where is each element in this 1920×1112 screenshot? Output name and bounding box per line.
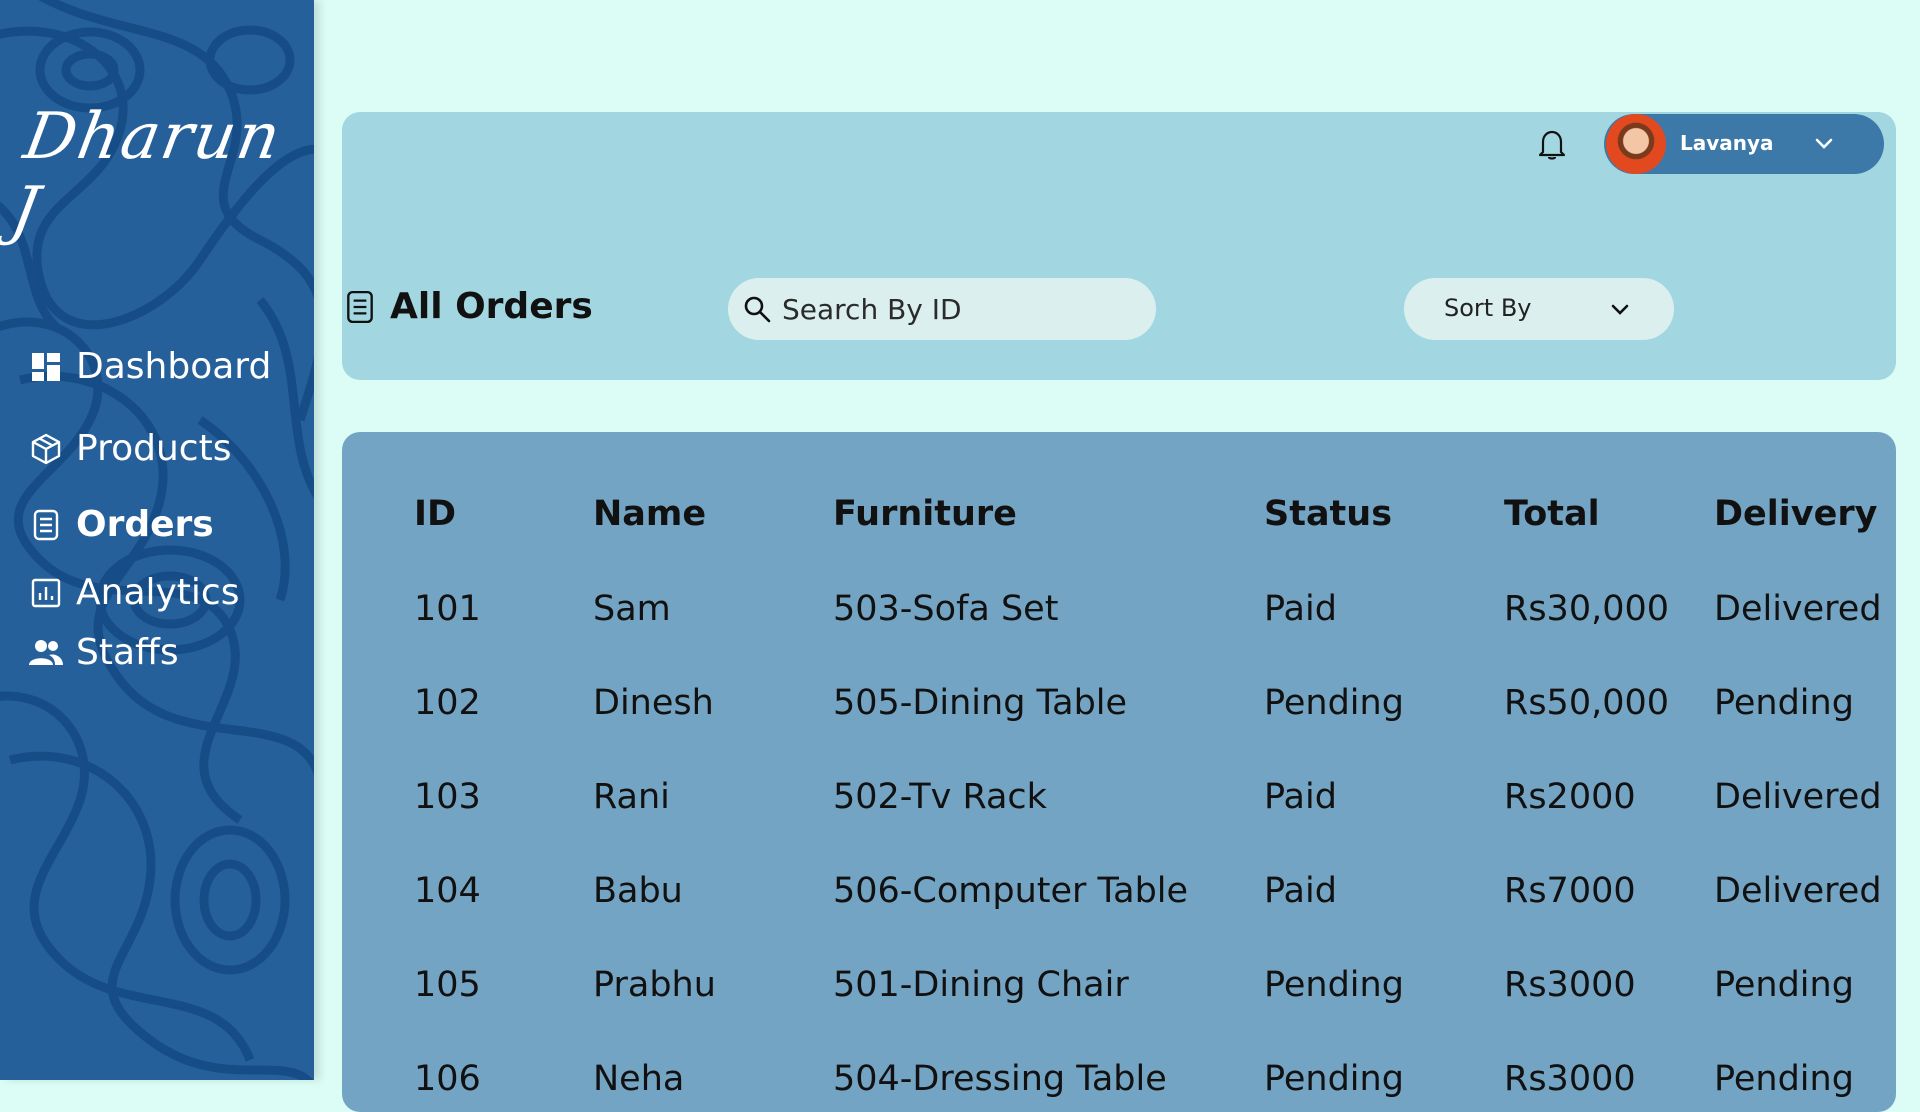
table-row[interactable]: 105 Prabhu 501-Dining Chair Pending Rs3000 Pe…	[342, 965, 1896, 1025]
document-icon	[347, 290, 373, 323]
table-row[interactable]: 101 Sam 503-Sofa Set Paid Rs30,000 Delivered	[342, 589, 1896, 649]
sidebar-item-staffs[interactable]: Staffs	[28, 632, 179, 673]
table-cell-status: Paid	[1264, 777, 1337, 817]
dashboard-icon	[28, 349, 64, 385]
sort-label: Sort By	[1444, 294, 1532, 322]
table-row[interactable]: 106 Neha 504-Dressing Table Pending Rs3000 Pe…	[342, 1059, 1896, 1112]
table-cell-id: 104	[414, 871, 481, 911]
table-cell-delivery: Delivered	[1714, 871, 1882, 911]
sidebar-item-label: Orders	[76, 504, 214, 545]
table-cell-name: Rani	[593, 777, 670, 817]
sidebar-item-label: Products	[76, 428, 232, 469]
table-cell-id: 102	[414, 683, 481, 723]
table-cell-furniture: 501-Dining Chair	[833, 965, 1129, 1005]
table-row[interactable]: 104 Babu 506-Computer Table Paid Rs7000 Deliv…	[342, 871, 1896, 931]
table-cell-id: 101	[414, 589, 481, 629]
table-cell-id: 105	[414, 965, 481, 1005]
user-name: Lavanya	[1680, 131, 1774, 155]
table-cell-furniture: 506-Computer Table	[833, 871, 1189, 911]
document-icon	[28, 507, 64, 543]
sidebar-item-products[interactable]: Products	[28, 428, 231, 469]
orders-table: ID Name Furniture Status Total Delivery 101 Sam…	[342, 432, 1896, 1112]
user-menu[interactable]: Lavanya	[1604, 114, 1884, 174]
table-cell-name: Neha	[593, 1059, 685, 1099]
table-cell-status: Pending	[1264, 683, 1404, 723]
brand-logo: Dharun J	[5, 100, 288, 248]
avatar	[1606, 114, 1666, 174]
sidebar-item-orders[interactable]: Orders	[28, 504, 214, 545]
sidebar-item-label: Staffs	[76, 632, 179, 673]
sidebar-item-analytics[interactable]: Analytics	[28, 572, 239, 613]
sidebar-item-label: Dashboard	[76, 346, 272, 387]
table-cell-delivery: Pending	[1714, 1059, 1854, 1099]
column-header-furniture: Furniture	[833, 494, 1017, 534]
table-cell-total: Rs3000	[1504, 1059, 1636, 1099]
sidebar-item-label: Analytics	[76, 572, 240, 613]
table-cell-name: Prabhu	[593, 965, 716, 1005]
table-cell-delivery: Pending	[1714, 965, 1854, 1005]
table-cell-status: Pending	[1264, 965, 1404, 1005]
search-box[interactable]	[728, 278, 1156, 340]
table-row[interactable]: 102 Dinesh 505-Dining Table Pending Rs50,000…	[342, 683, 1896, 743]
table-cell-name: Babu	[593, 871, 683, 911]
table-cell-status: Paid	[1264, 871, 1337, 911]
table-cell-total: Rs3000	[1504, 965, 1636, 1005]
page-title: All Orders	[390, 286, 593, 327]
column-header-status: Status	[1264, 494, 1393, 534]
column-header-delivery: Delivery	[1714, 494, 1878, 534]
table-cell-furniture: 504-Dressing Table	[833, 1059, 1167, 1099]
table-row[interactable]: 103 Rani 502-Tv Rack Paid Rs2000 Delivered	[342, 777, 1896, 837]
table-cell-id: 103	[414, 777, 481, 817]
table-cell-status: Pending	[1264, 1059, 1404, 1099]
table-cell-status: Paid	[1264, 589, 1337, 629]
table-cell-name: Sam	[593, 589, 671, 629]
table-cell-id: 106	[414, 1059, 481, 1099]
box-icon	[28, 431, 64, 467]
table-cell-total: Rs30,000	[1504, 589, 1670, 629]
table-cell-total: Rs2000	[1504, 777, 1636, 817]
search-input[interactable]	[782, 288, 1142, 330]
table-cell-furniture: 505-Dining Table	[833, 683, 1128, 723]
sidebar: Dharun J Dashboard Products Orders Analy…	[0, 0, 314, 1080]
sort-dropdown[interactable]: Sort By	[1404, 278, 1674, 340]
table-cell-delivery: Pending	[1714, 683, 1854, 723]
page-title-group: All Orders	[346, 286, 593, 327]
sidebar-item-dashboard[interactable]: Dashboard	[28, 346, 271, 387]
chevron-down-icon	[1611, 304, 1629, 315]
bell-icon[interactable]	[1534, 126, 1570, 162]
table-cell-delivery: Delivered	[1714, 777, 1882, 817]
table-cell-furniture: 503-Sofa Set	[833, 589, 1059, 629]
bar-chart-icon	[28, 575, 64, 611]
chevron-down-icon	[1815, 138, 1833, 149]
search-icon	[744, 296, 771, 323]
table-cell-total: Rs7000	[1504, 871, 1636, 911]
people-icon	[28, 635, 64, 671]
table-cell-total: Rs50,000	[1504, 683, 1670, 723]
table-cell-delivery: Delivered	[1714, 589, 1882, 629]
table-cell-name: Dinesh	[593, 683, 714, 723]
table-cell-furniture: 502-Tv Rack	[833, 777, 1047, 817]
column-header-id: ID	[414, 494, 457, 534]
column-header-name: Name	[593, 494, 707, 534]
column-header-total: Total	[1504, 494, 1600, 534]
